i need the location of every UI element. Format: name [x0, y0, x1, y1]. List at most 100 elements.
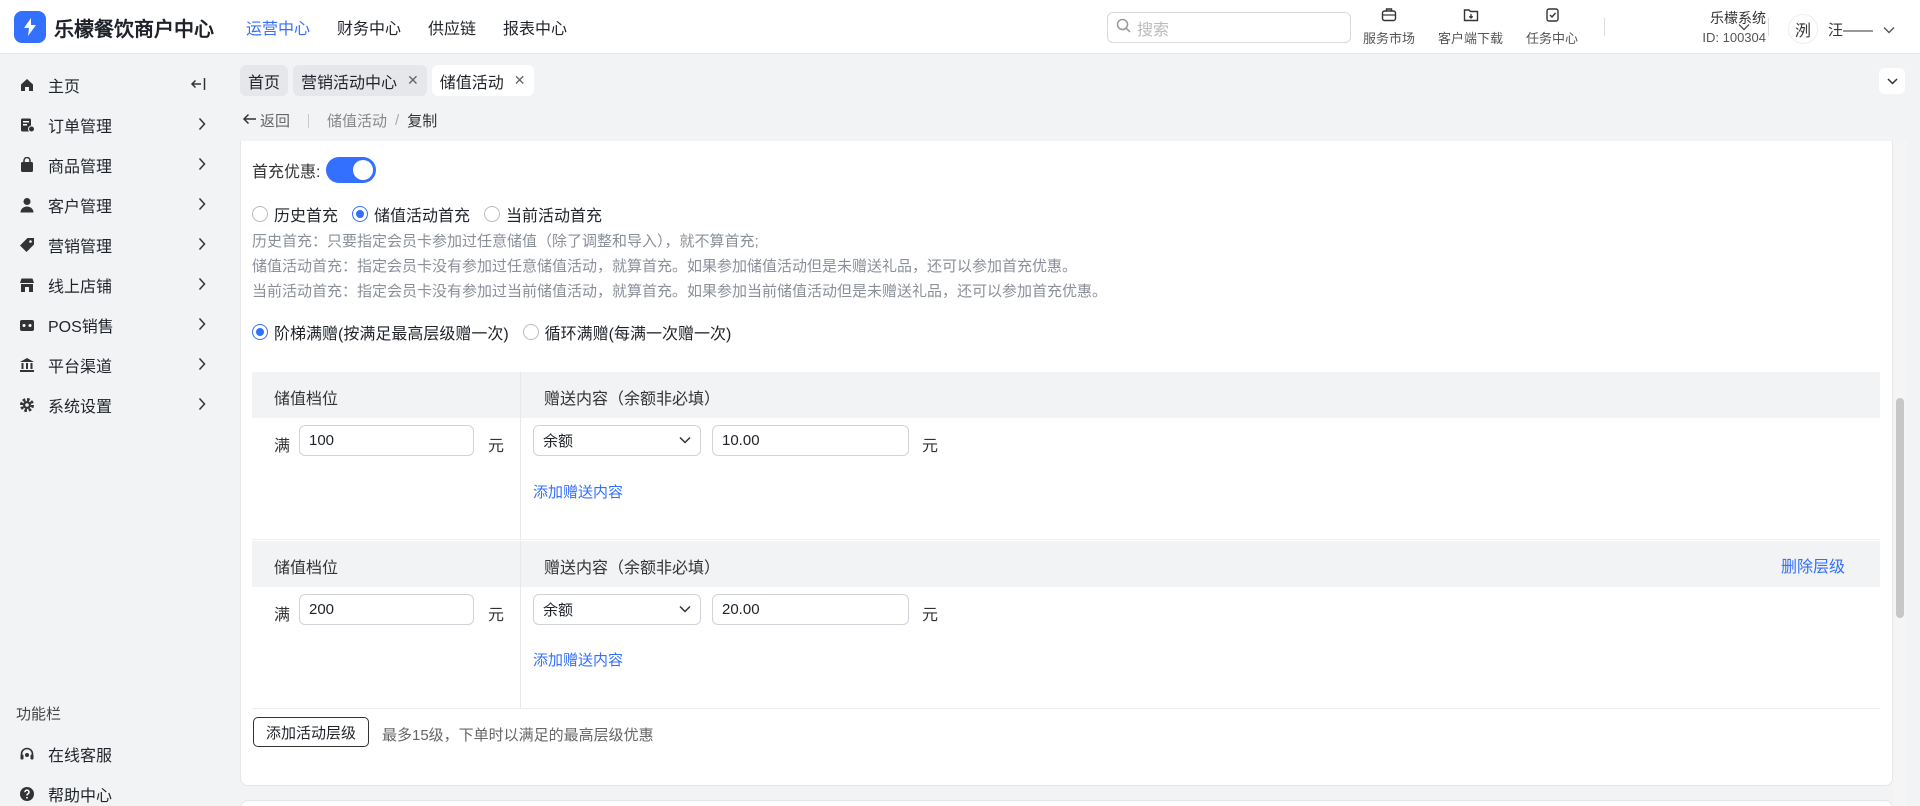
help-icon	[18, 785, 36, 803]
client-download-button[interactable]: 客户端下载	[1438, 7, 1503, 47]
gear-icon	[18, 396, 36, 414]
tier-header: 储值档位 赠送内容（余额非必填） 删除层级	[252, 541, 1880, 587]
bag-icon	[18, 156, 36, 174]
account-switcher[interactable]: 乐檬系统 ID: 100304	[1660, 8, 1766, 48]
tabs-dropdown-button[interactable]	[1879, 68, 1905, 94]
sidebar-item-label: 订单管理	[48, 119, 113, 136]
user-menu[interactable]: 洌 汪——	[1788, 14, 1895, 44]
back-button[interactable]: 返回	[242, 110, 290, 131]
sidebar: 主页 订单管理 商品管理 客户管理 营销管理 线上店铺 POS销售 平台渠道 系…	[0, 55, 228, 806]
chevron-down-icon[interactable]	[1738, 18, 1750, 36]
pos-icon	[18, 316, 36, 334]
sidebar-item-products[interactable]: 商品管理	[0, 145, 228, 185]
sidebar-item-online-support[interactable]: 在线客服	[0, 734, 228, 774]
delete-tier-link[interactable]: 删除层级	[1781, 553, 1845, 577]
tier-block: 储值档位 赠送内容（余额非必填） 删除层级 满 200 元 余额 20.00 元…	[252, 541, 1880, 709]
divider	[308, 113, 310, 128]
avatar: 洌	[1788, 14, 1818, 44]
radio-history-first[interactable]: 历史首充	[252, 202, 338, 226]
full-label: 满	[274, 438, 291, 455]
nav-finance[interactable]: 财务中心	[337, 15, 401, 39]
scrollbar-thumb[interactable]	[1896, 398, 1904, 618]
breadcrumb-parent[interactable]: 储值活动	[327, 110, 387, 131]
tab-home[interactable]: 首页	[240, 65, 289, 96]
gift-type-select[interactable]: 余额	[533, 594, 701, 625]
sidebar-item-channels[interactable]: 平台渠道	[0, 345, 228, 385]
sidebar-item-pos-sales[interactable]: POS销售	[0, 305, 228, 345]
service-market-button[interactable]: 服务市场	[1363, 7, 1415, 47]
sidebar-item-settings[interactable]: 系统设置	[0, 385, 228, 425]
search-placeholder: 搜索	[1137, 21, 1170, 39]
user-icon	[18, 196, 36, 214]
top-bar: 乐檬餐饮商户中心 运营中心 财务中心 供应链 报表中心 搜索 服务市场 客户端下…	[0, 0, 1920, 54]
close-icon[interactable]: ✕	[407, 72, 419, 89]
account-name: 乐檬系统	[1710, 10, 1766, 26]
chevron-right-icon	[198, 317, 206, 336]
store-icon	[18, 276, 36, 294]
sidebar-item-orders[interactable]: 订单管理	[0, 105, 228, 145]
chevron-down-icon	[1886, 72, 1898, 90]
chevron-right-icon	[198, 117, 206, 136]
add-tier-hint: 最多15级，下单时以满足的最高层级优惠	[382, 727, 654, 744]
gift-amount-input[interactable]: 20.00	[712, 594, 909, 625]
tab-marketing-center[interactable]: 营销活动中心 ✕	[293, 65, 427, 96]
form-card: 首充优惠: 历史首充 储值活动首充 当前活动首充 历史首充：只要指定会员卡参加过…	[240, 141, 1893, 786]
gift-type-value: 余额	[543, 602, 574, 619]
tier-body: 满 100 元 余额 10.00 元 添加赠送内容	[252, 372, 1880, 540]
tier-body: 满 200 元 余额 20.00 元 添加赠送内容	[252, 541, 1880, 709]
service-market-label: 服务市场	[1363, 31, 1416, 46]
add-gift-link[interactable]: 添加赠送内容	[533, 481, 623, 502]
nav-operations[interactable]: 运营中心	[246, 15, 310, 39]
search-input[interactable]: 搜索	[1107, 12, 1351, 43]
note-current-activity-first: 当前活动首充：指定会员卡没有参加过当前储值活动，就算首充。如果参加当前储值活动但…	[252, 283, 1108, 300]
radio-current-activity-first[interactable]: 当前活动首充	[484, 202, 602, 226]
gift-type-select[interactable]: 余额	[533, 425, 701, 456]
task-center-label: 任务中心	[1526, 31, 1579, 46]
sidebar-item-label: 在线客服	[48, 748, 113, 765]
radio-loop-gift[interactable]: 循环满赠(每满一次赠一次)	[522, 320, 731, 344]
unit-label: 元	[488, 438, 505, 455]
radio-tiered-gift[interactable]: 阶梯满赠(按满足最高层级赠一次)	[252, 320, 509, 344]
task-center-button[interactable]: 任务中心	[1526, 7, 1578, 47]
sidebar-item-label: 客户管理	[48, 199, 113, 216]
sidebar-item-label: 主页	[48, 79, 81, 96]
unit-label: 元	[922, 607, 939, 624]
threshold-input[interactable]: 100	[299, 425, 474, 456]
first-charge-row: 首充优惠:	[252, 157, 377, 183]
full-label: 满	[274, 607, 291, 624]
add-gift-link[interactable]: 添加赠送内容	[533, 649, 623, 670]
close-icon[interactable]: ✕	[514, 72, 526, 89]
account-id: ID: 100304	[1702, 30, 1766, 45]
brand-logo[interactable]: 乐檬餐饮商户中心	[14, 11, 214, 43]
nav-reports[interactable]: 报表中心	[503, 15, 567, 39]
tier-block: 储值档位 赠送内容（余额非必填） 满 100 元 余额 10.00 元 添加赠送…	[252, 372, 1880, 540]
divider	[520, 541, 521, 709]
sidebar-item-home[interactable]: 主页	[0, 65, 228, 105]
gift-amount-input[interactable]: 10.00	[712, 425, 909, 456]
sidebar-item-customers[interactable]: 客户管理	[0, 185, 228, 225]
sidebar-item-label: 营销管理	[48, 239, 113, 256]
sidebar-item-online-store[interactable]: 线上店铺	[0, 265, 228, 305]
home-icon	[18, 76, 36, 94]
chevron-down-icon	[1883, 21, 1895, 38]
gift-mode-group: 阶梯满赠(按满足最高层级赠一次) 循环满赠(每满一次赠一次)	[252, 320, 745, 344]
tier-col-threshold: 储值档位	[274, 391, 339, 408]
divider	[520, 372, 521, 540]
sidebar-item-marketing[interactable]: 营销管理	[0, 225, 228, 265]
first-charge-toggle[interactable]	[326, 157, 377, 183]
nav-supply-chain[interactable]: 供应链	[428, 15, 476, 39]
headset-icon	[18, 745, 36, 763]
radio-stored-value-first[interactable]: 储值活动首充	[352, 202, 470, 226]
add-tier-button[interactable]: 添加活动层级	[253, 717, 370, 747]
gift-type-value: 余额	[543, 433, 574, 450]
sidebar-item-help[interactable]: 帮助中心	[0, 774, 228, 806]
threshold-input[interactable]: 200	[299, 594, 474, 625]
chevron-right-icon	[198, 397, 206, 416]
tab-stored-value[interactable]: 储值活动 ✕	[431, 65, 534, 96]
tier-col-gift: 赠送内容（余额非必填）	[544, 560, 721, 577]
breadcrumb: 返回 储值活动 / 复制	[242, 110, 437, 131]
sidebar-item-label: 平台渠道	[48, 359, 113, 376]
top-nav: 运营中心 财务中心 供应链 报表中心	[246, 0, 594, 54]
search-icon	[1116, 18, 1137, 38]
note-history-first: 历史首充：只要指定会员卡参加过任意储值（除了调整和导入），就不算首充;	[252, 233, 759, 250]
